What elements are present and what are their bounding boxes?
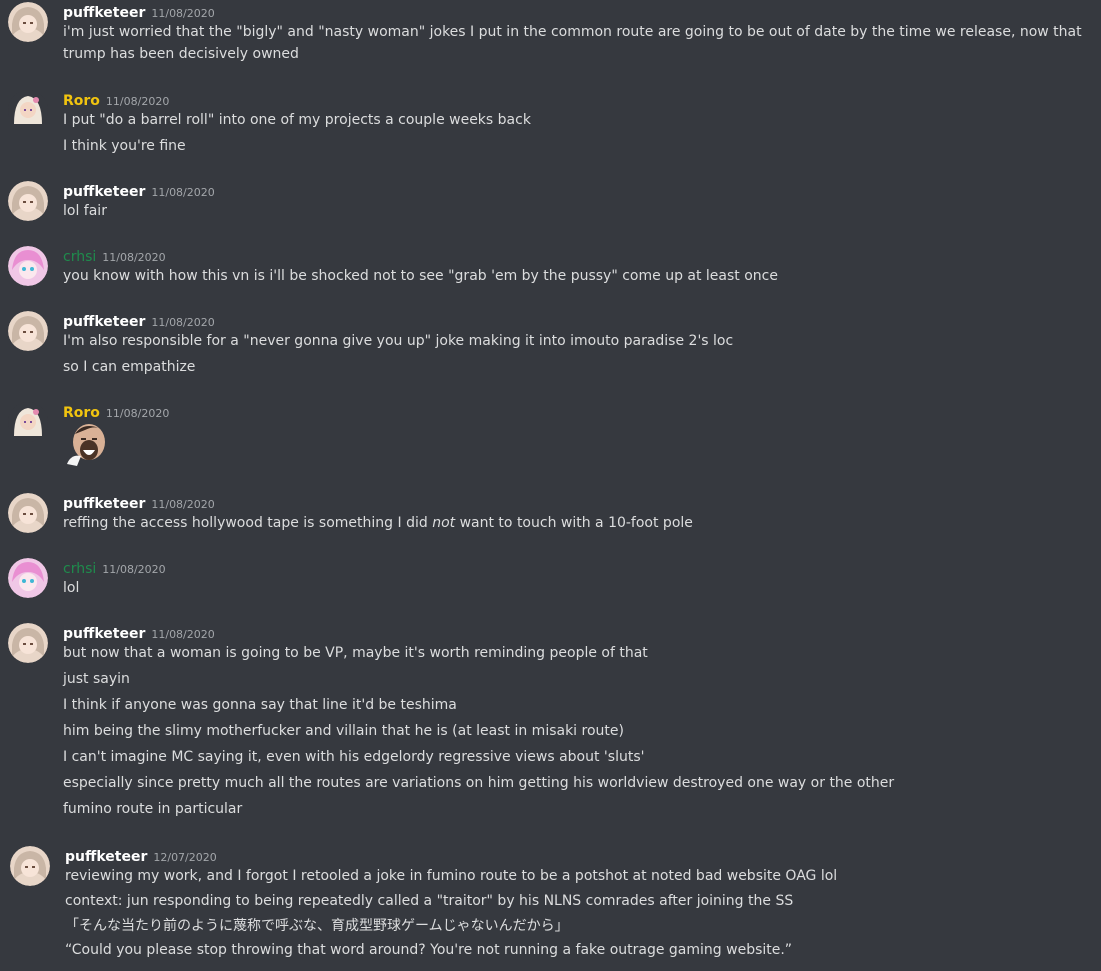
message-text-after: want to touch with a 10-foot pole	[455, 515, 693, 531]
message-text: “Could you please stop throwing that wor…	[65, 942, 793, 958]
message-text: I think if anyone was gonna say that lin…	[63, 697, 457, 713]
timestamp: 11/08/2020	[102, 563, 166, 576]
username[interactable]: Roro	[63, 93, 100, 109]
username[interactable]: crhsi	[63, 561, 96, 577]
message-text: context: jun responding to being repeate…	[65, 893, 794, 909]
message-text: reffing the access hollywood tape is som…	[63, 512, 693, 534]
crhsi-avatar-icon[interactable]	[8, 246, 48, 286]
timestamp: 11/08/2020	[151, 186, 215, 199]
message-text: i'm just worried that the "bigly" and "n…	[63, 24, 1082, 62]
username[interactable]: crhsi	[63, 249, 96, 265]
username[interactable]: puffketeer	[63, 626, 145, 642]
message-text: so I can empathize	[63, 359, 196, 375]
roro-avatar-icon[interactable]	[8, 90, 48, 130]
timestamp: 11/08/2020	[151, 316, 215, 329]
username[interactable]: puffketeer	[63, 496, 145, 512]
timestamp: 11/08/2020	[102, 251, 166, 264]
timestamp: 12/07/2020	[153, 851, 217, 864]
message-text: especially since pretty much all the rou…	[63, 775, 895, 791]
message-text: just sayin	[63, 671, 130, 687]
username[interactable]: puffketeer	[63, 5, 145, 21]
crhsi-avatar-icon[interactable]	[8, 558, 48, 598]
timestamp: 11/08/2020	[151, 498, 215, 511]
message-text: him being the slimy motherfucker and vil…	[63, 723, 624, 739]
puffketeer-avatar-icon[interactable]	[10, 846, 50, 886]
puffketeer-avatar-icon[interactable]	[8, 493, 48, 533]
message-text: lol	[63, 580, 80, 596]
timestamp: 11/08/2020	[105, 407, 170, 420]
puffketeer-avatar-icon[interactable]	[8, 311, 48, 351]
puffketeer-avatar-icon[interactable]	[8, 623, 48, 663]
username[interactable]: puffketeer	[63, 314, 145, 330]
username[interactable]: puffketeer	[65, 849, 147, 865]
laughing-face-emoji-icon	[63, 420, 111, 468]
message-text-before: reffing the access hollywood tape is som…	[63, 515, 433, 531]
message-text: reviewing my work, and I forgot I retool…	[65, 868, 838, 884]
message-text: fumino route in particular	[63, 801, 243, 817]
timestamp: 11/08/2020	[105, 95, 170, 108]
message-text: but now that a woman is going to be VP, …	[63, 645, 648, 661]
username[interactable]: puffketeer	[63, 184, 145, 200]
roro-avatar-icon[interactable]	[8, 402, 48, 442]
username[interactable]: Roro	[63, 405, 100, 421]
message-text: I'm also responsible for a "never gonna …	[63, 333, 734, 349]
message-text-emphasis: not	[432, 515, 456, 531]
message-text: 「そんな当たり前のように蔑称で呼ぶな、育成型野球ゲームじゃないんだから」	[65, 918, 569, 934]
message-text: I think you're fine	[63, 138, 186, 154]
puffketeer-avatar-icon[interactable]	[8, 2, 48, 42]
message-text: lol fair	[63, 203, 107, 219]
puffketeer-avatar-icon[interactable]	[8, 181, 48, 221]
chat-message-list: puffketeer 11/08/2020 i'm just worried th…	[0, 0, 1101, 971]
timestamp: 11/08/2020	[151, 628, 215, 641]
message-text: I put "do a barrel roll" into one of my …	[63, 112, 531, 128]
message-text: you know with how this vn is i'll be sho…	[63, 268, 778, 284]
timestamp: 11/08/2020	[151, 7, 215, 20]
message-text: I can't imagine MC saying it, even with …	[63, 749, 645, 765]
